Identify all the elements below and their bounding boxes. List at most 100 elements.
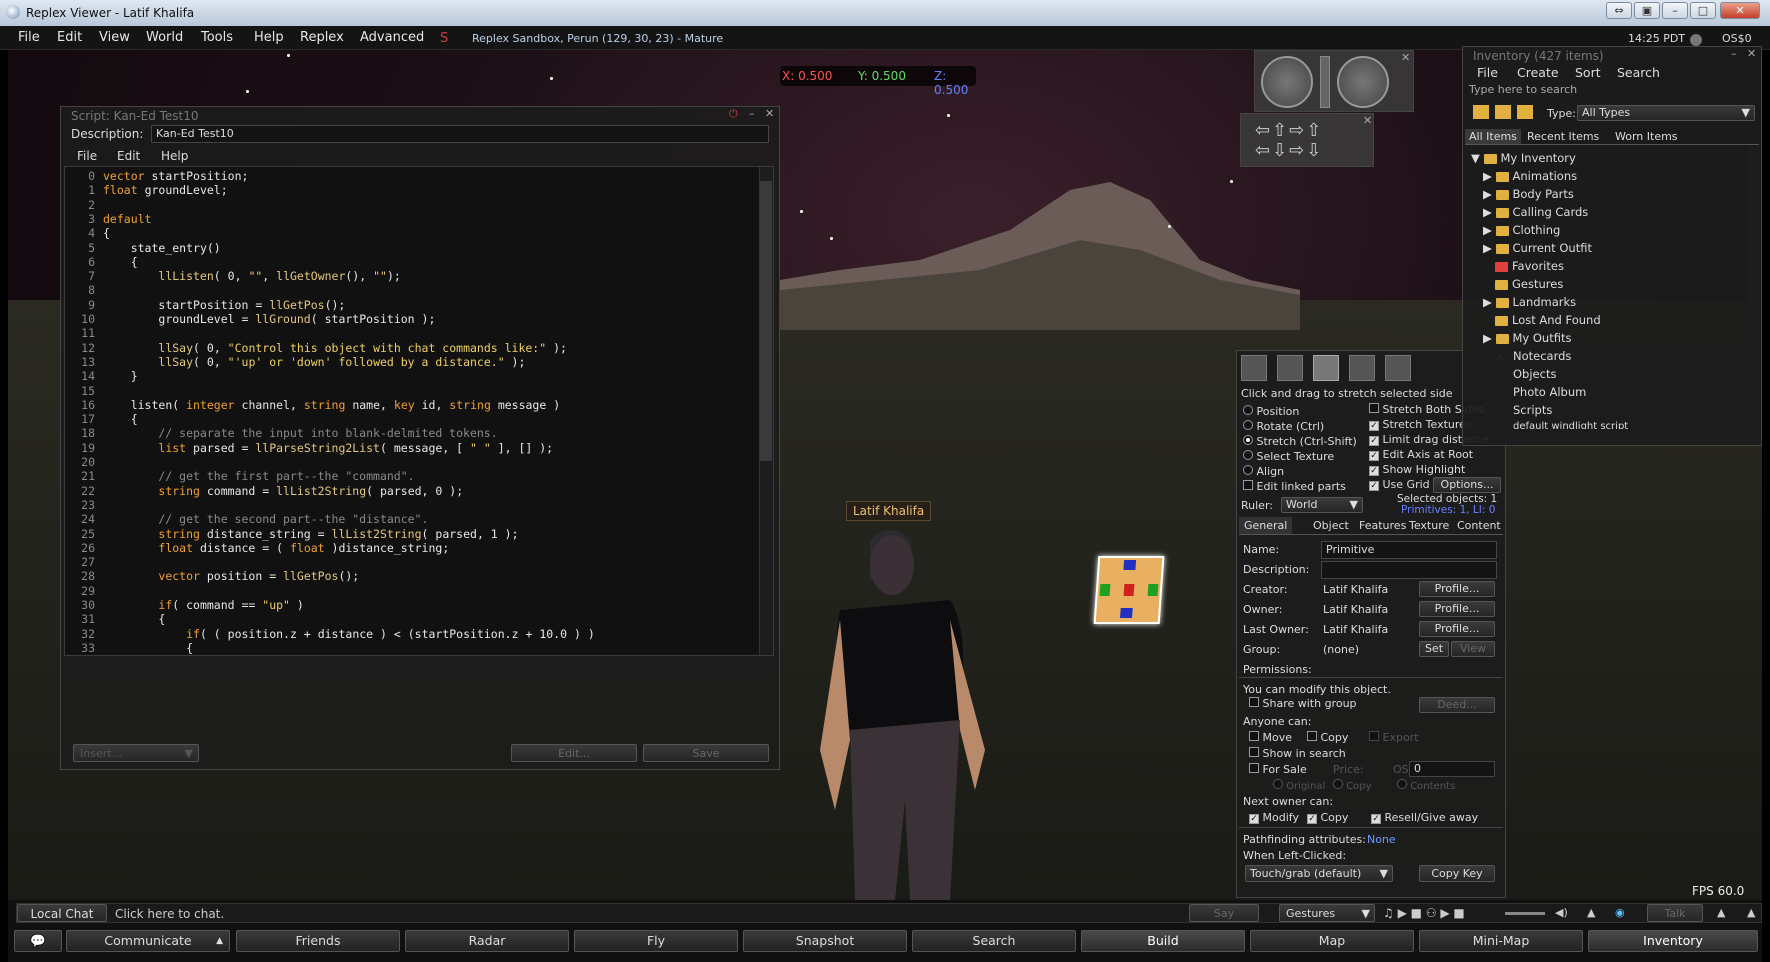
- code-line[interactable]: startPosition = llGetPos();: [103, 298, 345, 312]
- options-button[interactable]: Options...: [1433, 477, 1501, 493]
- create-tool-icon[interactable]: [1349, 355, 1375, 381]
- handle-green[interactable]: [1099, 584, 1111, 596]
- tree-item[interactable]: default windlight script: [1513, 421, 1770, 429]
- edit-linked-parts[interactable]: Edit linked parts: [1243, 480, 1346, 493]
- minimize-icon[interactable]: –: [749, 107, 755, 120]
- communicate-button[interactable]: Communicate ▲: [66, 930, 230, 952]
- code-line[interactable]: {: [103, 255, 138, 269]
- code-line[interactable]: string distance_string = llList2String( …: [103, 527, 518, 541]
- menu-tools[interactable]: Tools: [201, 30, 233, 45]
- code-line[interactable]: {: [103, 641, 193, 655]
- snapshot-button[interactable]: Snapshot: [743, 930, 907, 952]
- menu-replex[interactable]: Replex: [300, 30, 344, 45]
- name-field[interactable]: Primitive: [1321, 541, 1497, 559]
- tree-item[interactable]: Objects: [1513, 367, 1770, 381]
- move-tool-icon[interactable]: [1277, 355, 1303, 381]
- chat-history-icon[interactable]: 💬: [14, 930, 62, 952]
- code-line[interactable]: llListen( 0, "", llGetOwner(), "");: [103, 269, 400, 283]
- script-menu-help[interactable]: Help: [161, 149, 188, 163]
- handle-red[interactable]: [1123, 584, 1135, 596]
- gestures-dropdown[interactable]: Gestures ▼: [1279, 904, 1375, 922]
- media-controls-icon[interactable]: ♫ ▶ ■ ⚇ ▶ ■: [1383, 906, 1465, 920]
- code-line[interactable]: // separate the input into blank-delmite…: [103, 426, 497, 440]
- edit-tool-icon[interactable]: [1313, 355, 1339, 381]
- inventory-button[interactable]: Inventory: [1588, 930, 1758, 952]
- code-line[interactable]: list parsed = llParseString2List( messag…: [103, 441, 553, 455]
- restore-layout-icon[interactable]: ⇔: [1606, 2, 1632, 19]
- tab-content[interactable]: Content: [1457, 519, 1501, 532]
- code-line[interactable]: vector position = llGetPos();: [103, 569, 359, 583]
- code-line[interactable]: float distance = ( float )distance_strin…: [103, 541, 449, 555]
- lock-icon[interactable]: ⏻: [729, 107, 738, 121]
- close-icon[interactable]: ✕: [765, 107, 774, 120]
- anyone-move[interactable]: Move: [1249, 731, 1292, 744]
- left-click-dropdown[interactable]: Touch/grab (default) ▼: [1245, 865, 1393, 882]
- sale-copy[interactable]: Copy: [1333, 779, 1372, 792]
- volume-icon[interactable]: [1690, 34, 1702, 46]
- deed-button[interactable]: Deed...: [1419, 697, 1495, 713]
- friends-button[interactable]: Friends: [236, 930, 400, 952]
- tree-item[interactable]: ▶ Clothing: [1483, 223, 1763, 237]
- voice-chat-icon[interactable]: ◉: [1615, 906, 1625, 919]
- close-window-button[interactable]: ✕: [1720, 2, 1760, 19]
- code-line[interactable]: {: [103, 226, 110, 240]
- share-with-group[interactable]: Share with group: [1249, 697, 1357, 710]
- handle-blue[interactable]: [1120, 608, 1133, 618]
- say-button[interactable]: Say: [1189, 904, 1259, 922]
- minimize-button[interactable]: –: [1662, 2, 1688, 19]
- tree-item[interactable]: ▶ My Outfits: [1483, 331, 1763, 345]
- next-owner-resell[interactable]: Resell/Give away: [1371, 811, 1478, 824]
- description-field[interactable]: [1321, 561, 1497, 579]
- save-button[interactable]: Save: [643, 744, 769, 762]
- handle-blue[interactable]: [1123, 560, 1137, 570]
- zoom-slider[interactable]: [1320, 56, 1330, 108]
- menu-edit[interactable]: Edit: [57, 30, 82, 45]
- close-icon[interactable]: ✕: [1363, 114, 1372, 127]
- code-line[interactable]: // get the second part--the "distance".: [103, 512, 428, 526]
- minimap-button[interactable]: Mini-Map: [1419, 930, 1583, 952]
- for-sale[interactable]: For Sale: [1249, 763, 1307, 776]
- pan-control-icon[interactable]: [1337, 56, 1389, 108]
- type-dropdown[interactable]: All Types ▼: [1577, 105, 1755, 121]
- code-line[interactable]: {: [103, 612, 165, 626]
- minimize-icon[interactable]: –: [1731, 47, 1737, 60]
- volume-slider[interactable]: [1505, 912, 1545, 915]
- chevron-up-icon[interactable]: ▲: [1717, 906, 1725, 919]
- tab-texture[interactable]: Texture: [1409, 519, 1449, 532]
- pathfinding-value[interactable]: None: [1367, 833, 1396, 846]
- mode-align[interactable]: Align: [1243, 465, 1284, 478]
- code-line[interactable]: groundLevel = llGround( startPosition );: [103, 312, 435, 326]
- speaker-icon[interactable]: ◀): [1555, 906, 1568, 919]
- description-field[interactable]: Kan-Ed Test10: [151, 125, 769, 143]
- script-warning-icon[interactable]: S: [440, 31, 448, 46]
- location-bar[interactable]: Replex Sandbox, Perun (129, 30, 23) - Ma…: [472, 32, 723, 45]
- price-field[interactable]: 0: [1409, 761, 1495, 777]
- code-line[interactable]: llSay( 0, "Control this object with chat…: [103, 341, 567, 355]
- chevron-up-icon[interactable]: ▲: [1587, 906, 1595, 919]
- owner-profile-button[interactable]: Profile...: [1419, 601, 1495, 617]
- menu-view[interactable]: View: [99, 30, 130, 45]
- chevron-up-icon[interactable]: ▲: [1747, 906, 1755, 919]
- tree-item[interactable]: ▶ Current Outfit: [1483, 241, 1763, 255]
- last-owner-profile-button[interactable]: Profile...: [1419, 621, 1495, 637]
- folder-back-icon[interactable]: [1473, 105, 1489, 119]
- menu-world[interactable]: World: [146, 30, 183, 45]
- tab-features[interactable]: Features: [1359, 519, 1406, 532]
- movement-arrows-icon[interactable]: ⇦⇧⇨⇧: [1255, 120, 1323, 141]
- orbit-control-icon[interactable]: [1261, 56, 1313, 108]
- inv-menu-file[interactable]: File: [1477, 65, 1498, 80]
- inv-menu-sort[interactable]: Sort: [1575, 65, 1601, 80]
- tree-item[interactable]: Lost And Found: [1495, 313, 1770, 327]
- snap-icon[interactable]: ▣: [1634, 2, 1660, 19]
- local-chat-tab[interactable]: Local Chat: [17, 904, 107, 922]
- tab-object[interactable]: Object: [1313, 519, 1349, 532]
- next-owner-modify[interactable]: Modify: [1249, 811, 1299, 824]
- sale-original[interactable]: Original: [1273, 779, 1325, 792]
- menu-advanced[interactable]: Advanced: [360, 30, 424, 45]
- opt-stretch-textures[interactable]: Stretch Textures: [1369, 418, 1472, 431]
- tree-root[interactable]: ▼ My Inventory: [1471, 151, 1751, 165]
- tree-item[interactable]: ▶ Animations: [1483, 169, 1763, 183]
- movement-arrows-icon[interactable]: ⇦⇩⇨⇩: [1255, 140, 1323, 161]
- copy-key-button[interactable]: Copy Key: [1419, 865, 1495, 882]
- creator-profile-button[interactable]: Profile...: [1419, 581, 1495, 597]
